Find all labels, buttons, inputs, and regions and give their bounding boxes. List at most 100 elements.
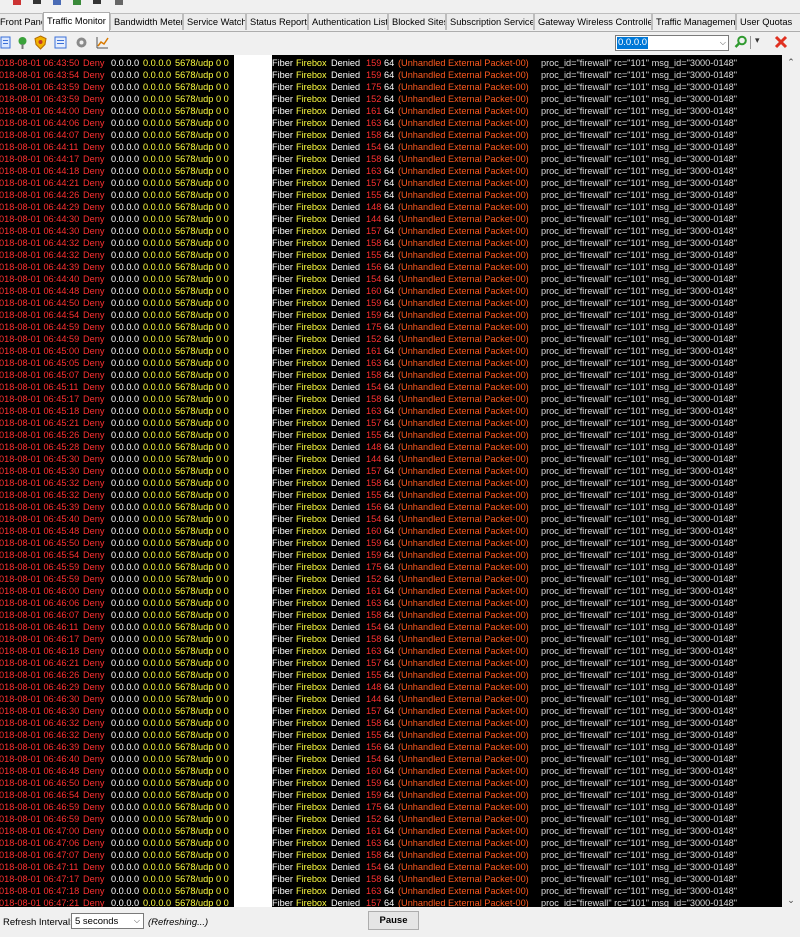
log-row[interactable]: 018-08-01 06:44:32 Deny 0.0.0.0 0.0.0.0 5678… xyxy=(0,249,782,261)
log-row[interactable]: 018-08-01 06:45:26 Deny 0.0.0.0 0.0.0.0 5678… xyxy=(0,429,782,441)
tab-front-panel[interactable]: Front Panel xyxy=(0,13,43,30)
tab-service-watch[interactable]: Service Watch xyxy=(183,13,246,30)
log-row[interactable]: 018-08-01 06:45:50 Deny 0.0.0.0 0.0.0.0 5678… xyxy=(0,537,782,549)
log-row[interactable]: 018-08-01 06:45:11 Deny 0.0.0.0 0.0.0.0 5678… xyxy=(0,381,782,393)
log-row[interactable]: 018-08-01 06:44:54 Deny 0.0.0.0 0.0.0.0 5678… xyxy=(0,309,782,321)
report-icon[interactable] xyxy=(53,35,68,50)
log-row[interactable]: 018-08-01 06:45:21 Deny 0.0.0.0 0.0.0.0 5678… xyxy=(0,417,782,429)
tab-gateway-wireless-controller[interactable]: Gateway Wireless Controller xyxy=(534,13,652,30)
tab-traffic-monitor[interactable]: Traffic Monitor xyxy=(43,12,110,31)
log-row[interactable]: 018-08-01 06:47:21 Deny 0.0.0.0 0.0.0.0 5678… xyxy=(0,897,782,907)
log-row[interactable]: 018-08-01 06:46:40 Deny 0.0.0.0 0.0.0.0 5678… xyxy=(0,753,782,765)
log-row[interactable]: 018-08-01 06:44:11 Deny 0.0.0.0 0.0.0.0 5678… xyxy=(0,141,782,153)
log-row[interactable]: 018-08-01 06:44:59 Deny 0.0.0.0 0.0.0.0 5678… xyxy=(0,333,782,345)
log-row[interactable]: 018-08-01 06:44:17 Deny 0.0.0.0 0.0.0.0 5678… xyxy=(0,153,782,165)
log-row[interactable]: 018-08-01 06:46:06 Deny 0.0.0.0 0.0.0.0 5678… xyxy=(0,597,782,609)
log-row[interactable]: 018-08-01 06:44:18 Deny 0.0.0.0 0.0.0.0 5678… xyxy=(0,165,782,177)
chevron-down-icon[interactable]: ⌵ xyxy=(134,916,140,926)
log-row[interactable]: 018-08-01 06:47:11 Deny 0.0.0.0 0.0.0.0 5678… xyxy=(0,861,782,873)
log-row[interactable]: 018-08-01 06:46:18 Deny 0.0.0.0 0.0.0.0 5678… xyxy=(0,645,782,657)
log-row[interactable]: 018-08-01 06:47:00 Deny 0.0.0.0 0.0.0.0 5678… xyxy=(0,825,782,837)
log-row[interactable]: 018-08-01 06:43:54 Deny 0.0.0.0 0.0.0.0 5678… xyxy=(0,69,782,81)
chevron-down-icon[interactable]: ⌵ xyxy=(720,38,726,48)
menu-icon[interactable] xyxy=(32,0,42,5)
log-row[interactable]: 018-08-01 06:45:00 Deny 0.0.0.0 0.0.0.0 5678… xyxy=(0,345,782,357)
ip-filter-value[interactable]: 0.0.0.0 xyxy=(617,37,649,49)
log-row[interactable]: 018-08-01 06:44:39 Deny 0.0.0.0 0.0.0.0 5678… xyxy=(0,261,782,273)
tab-user-quotas[interactable]: User Quotas xyxy=(736,13,800,30)
log-row[interactable]: 018-08-01 06:46:50 Deny 0.0.0.0 0.0.0.0 5678… xyxy=(0,777,782,789)
log-row[interactable]: 018-08-01 06:46:21 Deny 0.0.0.0 0.0.0.0 5678… xyxy=(0,657,782,669)
log-row[interactable]: 018-08-01 06:46:17 Deny 0.0.0.0 0.0.0.0 5678… xyxy=(0,633,782,645)
pause-button[interactable]: Pause xyxy=(368,911,419,930)
log-row[interactable]: 018-08-01 06:43:50 Deny 0.0.0.0 0.0.0.0 5678… xyxy=(0,57,782,69)
vertical-scrollbar[interactable]: ⌃ ⌄ xyxy=(782,55,800,907)
log-row[interactable]: 018-08-01 06:46:39 Deny 0.0.0.0 0.0.0.0 5678… xyxy=(0,741,782,753)
search-icon[interactable] xyxy=(734,35,748,49)
shield-icon[interactable] xyxy=(33,35,48,50)
log-row[interactable]: 018-08-01 06:46:07 Deny 0.0.0.0 0.0.0.0 5678… xyxy=(0,609,782,621)
log-row[interactable]: 018-08-01 06:47:18 Deny 0.0.0.0 0.0.0.0 5678… xyxy=(0,885,782,897)
log-row[interactable]: 018-08-01 06:45:28 Deny 0.0.0.0 0.0.0.0 5678… xyxy=(0,441,782,453)
refresh-interval-select[interactable]: 5 seconds ⌵ xyxy=(71,913,144,929)
tab-blocked-sites[interactable]: Blocked Sites xyxy=(388,13,446,30)
log-row[interactable]: 018-08-01 06:45:40 Deny 0.0.0.0 0.0.0.0 5678… xyxy=(0,513,782,525)
tab-subscription-services[interactable]: Subscription Services xyxy=(446,13,534,30)
tab-status-report[interactable]: Status Report xyxy=(246,13,308,30)
scroll-down-icon[interactable]: ⌄ xyxy=(782,893,800,907)
log-row[interactable]: 018-08-01 06:46:59 Deny 0.0.0.0 0.0.0.0 5678… xyxy=(0,813,782,825)
log-row[interactable]: 018-08-01 06:45:17 Deny 0.0.0.0 0.0.0.0 5678… xyxy=(0,393,782,405)
log-row[interactable]: 018-08-01 06:44:48 Deny 0.0.0.0 0.0.0.0 5678… xyxy=(0,285,782,297)
tab-authentication-list[interactable]: Authentication List xyxy=(308,13,388,30)
log-row[interactable]: 018-08-01 06:44:30 Deny 0.0.0.0 0.0.0.0 5678… xyxy=(0,225,782,237)
log-row[interactable]: 018-08-01 06:46:29 Deny 0.0.0.0 0.0.0.0 5678… xyxy=(0,681,782,693)
log-row[interactable]: 018-08-01 06:46:30 Deny 0.0.0.0 0.0.0.0 5678… xyxy=(0,705,782,717)
log-row[interactable]: 018-08-01 06:45:07 Deny 0.0.0.0 0.0.0.0 5678… xyxy=(0,369,782,381)
settings-icon[interactable] xyxy=(74,35,89,50)
log-row[interactable]: 018-08-01 06:45:54 Deny 0.0.0.0 0.0.0.0 5678… xyxy=(0,549,782,561)
log-row[interactable]: 018-08-01 06:47:06 Deny 0.0.0.0 0.0.0.0 5678… xyxy=(0,837,782,849)
log-row[interactable]: 018-08-01 06:44:30 Deny 0.0.0.0 0.0.0.0 5678… xyxy=(0,213,782,225)
log-row[interactable]: 018-08-01 06:45:30 Deny 0.0.0.0 0.0.0.0 5678… xyxy=(0,453,782,465)
scroll-up-icon[interactable]: ⌃ xyxy=(782,55,800,69)
log-row[interactable]: 018-08-01 06:44:50 Deny 0.0.0.0 0.0.0.0 5678… xyxy=(0,297,782,309)
log-row[interactable]: 018-08-01 06:45:32 Deny 0.0.0.0 0.0.0.0 5678… xyxy=(0,489,782,501)
log-row[interactable]: 018-08-01 06:46:48 Deny 0.0.0.0 0.0.0.0 5678… xyxy=(0,765,782,777)
log-row[interactable]: 018-08-01 06:45:32 Deny 0.0.0.0 0.0.0.0 5678… xyxy=(0,477,782,489)
log-row[interactable]: 018-08-01 06:46:26 Deny 0.0.0.0 0.0.0.0 5678… xyxy=(0,669,782,681)
log-row[interactable]: 018-08-01 06:44:06 Deny 0.0.0.0 0.0.0.0 5678… xyxy=(0,117,782,129)
tab-traffic-management[interactable]: Traffic Management xyxy=(652,13,736,30)
log-row[interactable]: 018-08-01 06:45:18 Deny 0.0.0.0 0.0.0.0 5678… xyxy=(0,405,782,417)
log-row[interactable]: 018-08-01 06:45:05 Deny 0.0.0.0 0.0.0.0 5678… xyxy=(0,357,782,369)
log-row[interactable]: 018-08-01 06:45:59 Deny 0.0.0.0 0.0.0.0 5678… xyxy=(0,573,782,585)
log-row[interactable]: 018-08-01 06:46:11 Deny 0.0.0.0 0.0.0.0 5678… xyxy=(0,621,782,633)
ip-filter-dropdown[interactable]: 0.0.0.0 ⌵ xyxy=(615,35,729,51)
menu-icon[interactable] xyxy=(72,0,82,5)
chart-icon[interactable] xyxy=(95,35,110,50)
log-row[interactable]: 018-08-01 06:46:32 Deny 0.0.0.0 0.0.0.0 5678… xyxy=(0,729,782,741)
log-row[interactable]: 018-08-01 06:44:59 Deny 0.0.0.0 0.0.0.0 5678… xyxy=(0,321,782,333)
log-row[interactable]: 018-08-01 06:46:54 Deny 0.0.0.0 0.0.0.0 5678… xyxy=(0,789,782,801)
menu-icon[interactable] xyxy=(114,0,124,5)
log-row[interactable]: 018-08-01 06:44:21 Deny 0.0.0.0 0.0.0.0 5678… xyxy=(0,177,782,189)
log-row[interactable]: 018-08-01 06:46:59 Deny 0.0.0.0 0.0.0.0 5678… xyxy=(0,801,782,813)
log-row[interactable]: 018-08-01 06:45:48 Deny 0.0.0.0 0.0.0.0 5678… xyxy=(0,525,782,537)
log-row[interactable]: 018-08-01 06:45:59 Deny 0.0.0.0 0.0.0.0 5678… xyxy=(0,561,782,573)
log-row[interactable]: 018-08-01 06:44:07 Deny 0.0.0.0 0.0.0.0 5678… xyxy=(0,129,782,141)
log-row[interactable]: 018-08-01 06:44:40 Deny 0.0.0.0 0.0.0.0 5678… xyxy=(0,273,782,285)
log-row[interactable]: 018-08-01 06:47:07 Deny 0.0.0.0 0.0.0.0 5678… xyxy=(0,849,782,861)
menu-icon[interactable] xyxy=(52,0,62,5)
log-row[interactable]: 018-08-01 06:44:32 Deny 0.0.0.0 0.0.0.0 5678… xyxy=(0,237,782,249)
close-icon[interactable] xyxy=(774,35,788,49)
log-row[interactable]: 018-08-01 06:45:39 Deny 0.0.0.0 0.0.0.0 5678… xyxy=(0,501,782,513)
log-row[interactable]: 018-08-01 06:45:30 Deny 0.0.0.0 0.0.0.0 5678… xyxy=(0,465,782,477)
log-row[interactable]: 018-08-01 06:46:30 Deny 0.0.0.0 0.0.0.0 5678… xyxy=(0,693,782,705)
copy-icon[interactable] xyxy=(0,35,13,50)
menu-icon[interactable] xyxy=(92,0,102,5)
log-row[interactable]: 018-08-01 06:43:59 Deny 0.0.0.0 0.0.0.0 5678… xyxy=(0,81,782,93)
log-row[interactable]: 018-08-01 06:44:00 Deny 0.0.0.0 0.0.0.0 5678… xyxy=(0,105,782,117)
log-row[interactable]: 018-08-01 06:43:59 Deny 0.0.0.0 0.0.0.0 5678… xyxy=(0,93,782,105)
log-row[interactable]: 018-08-01 06:44:29 Deny 0.0.0.0 0.0.0.0 5678… xyxy=(0,201,782,213)
log-row[interactable]: 018-08-01 06:47:17 Deny 0.0.0.0 0.0.0.0 5678… xyxy=(0,873,782,885)
highlight-dropdown-icon[interactable]: ▾ xyxy=(755,35,765,48)
